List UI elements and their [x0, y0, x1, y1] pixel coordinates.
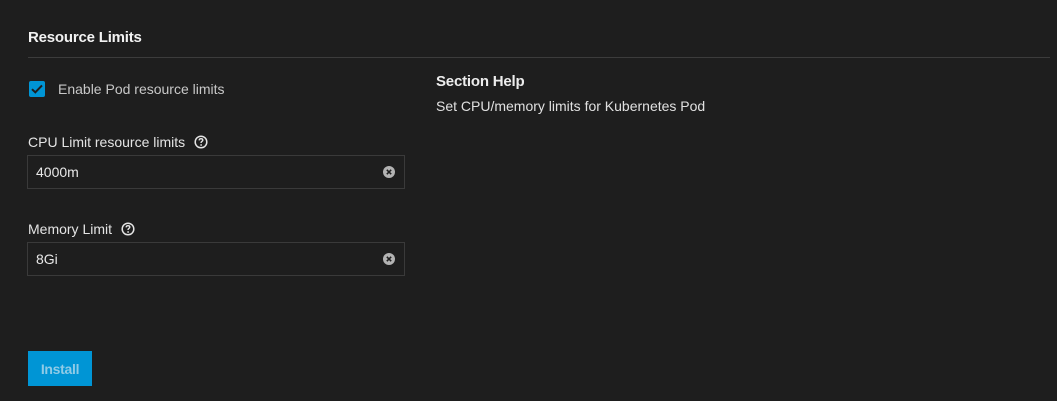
memory-limit-label: Memory Limit: [28, 221, 113, 237]
cpu-limit-label: CPU Limit resource limits: [28, 134, 186, 150]
cpu-limit-input-box: [27, 155, 405, 189]
check-icon: [31, 84, 43, 94]
cpu-limit-label-row: CPU Limit resource limits: [28, 134, 208, 150]
memory-limit-input-box: [27, 242, 405, 276]
clear-icon[interactable]: [383, 253, 395, 265]
clear-icon[interactable]: [383, 166, 395, 178]
help-icon[interactable]: [121, 222, 135, 236]
resource-limits-panel: Resource Limits Enable Pod resource limi…: [0, 0, 1057, 401]
enable-limits-checkbox[interactable]: [29, 81, 45, 97]
memory-limit-input[interactable]: [36, 243, 366, 275]
memory-limit-label-row: Memory Limit: [28, 221, 135, 237]
enable-limits-label: Enable Pod resource limits: [58, 81, 225, 97]
install-button[interactable]: Install: [28, 351, 92, 386]
enable-limits-row[interactable]: Enable Pod resource limits: [29, 81, 225, 97]
section-help: Section Help Set CPU/memory limits for K…: [436, 73, 705, 114]
help-icon[interactable]: [194, 135, 208, 149]
section-help-title: Section Help: [436, 73, 525, 90]
section-help-text: Set CPU/memory limits for Kubernetes Pod: [436, 98, 706, 114]
section-divider: [28, 57, 1050, 58]
section-title: Resource Limits: [28, 29, 142, 46]
cpu-limit-input[interactable]: [36, 156, 366, 188]
